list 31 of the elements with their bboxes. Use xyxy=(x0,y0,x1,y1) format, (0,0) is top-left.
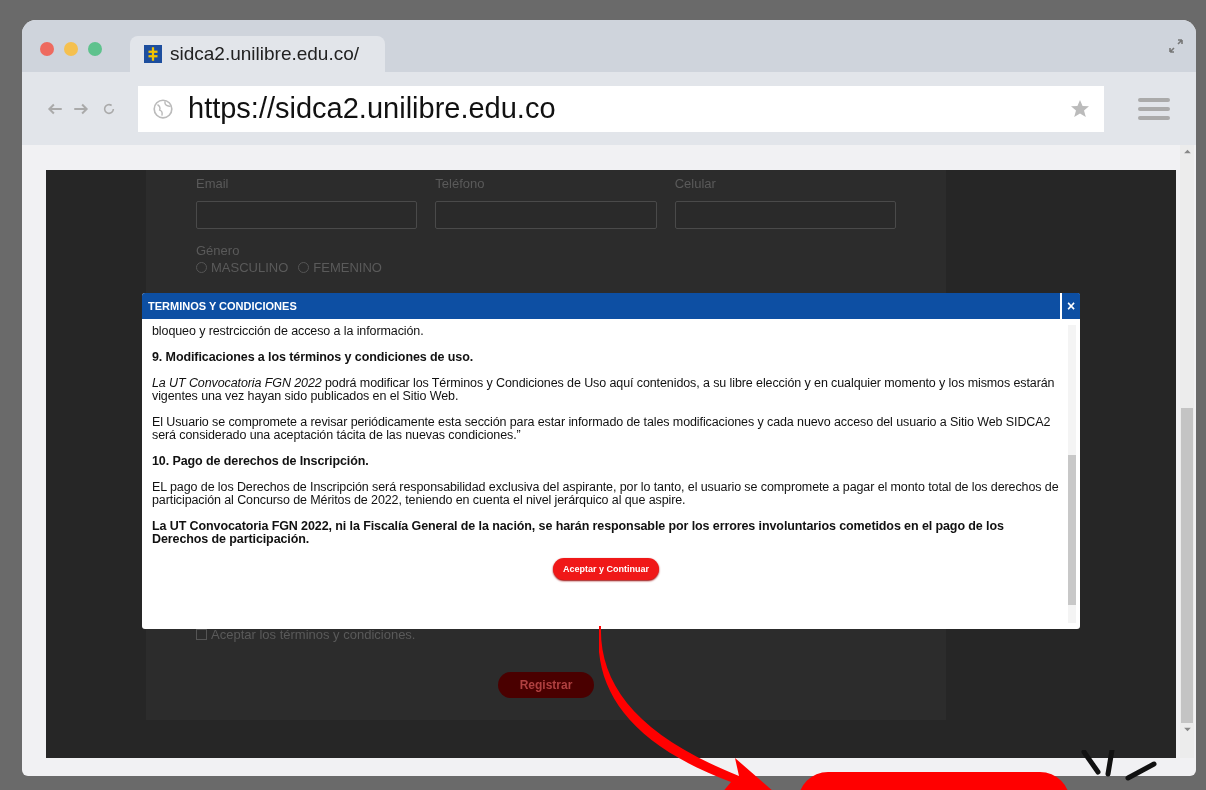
section-heading: La UT Convocatoria FGN 2022, ni la Fiscalía General de la nación, se harán responsable por los errores involuntarios cometidos en el pago de los Derechos de participación. xyxy=(152,520,1005,546)
menu-icon[interactable] xyxy=(1138,96,1170,121)
dialog-title: TERMINOS Y CONDICIONES xyxy=(148,300,297,312)
scrollbar[interactable] xyxy=(1180,145,1194,758)
dialog-scrollbar[interactable] xyxy=(1068,325,1076,623)
paragraph: EL pago de los Derechos de Inscripción será responsabilidad exclusiva del aspirante, por lo tanto, el usuario se compromete a pagar el monto total de los derechos de participación al Concurso de Méritos de 2022, teniendo en cuenta el nivel jerárquico al que aspire. xyxy=(152,481,1060,507)
input-field[interactable] xyxy=(196,201,418,229)
accept-continue-button[interactable]: Aceptar y Continuar xyxy=(553,558,659,580)
reload-icon[interactable] xyxy=(102,101,116,116)
paragraph: El Usuario se compromete a revisar periódicamente esta sección para estar informado de tales modificaciones y cada nuevo acceso del usuario a Sitio Web SIDCA2 será considerado una aceptación tácita de las nuevas condiciones.” xyxy=(152,416,1052,442)
input-field[interactable] xyxy=(435,201,657,229)
register-button[interactable]: Registrar xyxy=(497,672,595,698)
site-favicon-icon xyxy=(144,45,162,63)
paragraph: La UT Convocatoria FGN 2022 podrá modificar los Términos y Condiciones de Uso aquí contenidos, a su libre elección y en cualquier momento y los mismos estarán vigentes una vez hayan sido publicados en el Sitio Web. xyxy=(152,377,1056,403)
tab-title: sidca2.unilibre.edu.co/ xyxy=(170,43,360,65)
input-field[interactable] xyxy=(674,201,896,229)
scroll-down-icon[interactable] xyxy=(1183,727,1191,732)
close-button[interactable]: × xyxy=(1060,293,1080,319)
section-heading: 9. Modificaciones a los términos y condiciones de uso. xyxy=(152,351,475,364)
close-window-icon[interactable] xyxy=(40,42,54,56)
globe-icon xyxy=(152,97,174,120)
section-heading: 10. Pago de derechos de Inscripción. xyxy=(152,455,370,468)
address-bar[interactable]: https://sidca2.unilibre.edu.co xyxy=(138,85,1104,132)
url-text: https://sidca2.unilibre.edu.co xyxy=(188,92,557,125)
maximize-window-icon[interactable] xyxy=(88,42,102,56)
scroll-up-icon[interactable] xyxy=(1183,149,1191,154)
bookmark-star-icon[interactable] xyxy=(1070,98,1090,119)
browser-tab[interactable]: sidca2.unilibre.edu.co/ xyxy=(130,36,385,72)
expand-icon[interactable] xyxy=(1168,38,1184,54)
minimize-window-icon[interactable] xyxy=(64,42,78,56)
paragraph: bloqueo y restrcicción de acceso a la información. xyxy=(152,325,425,338)
